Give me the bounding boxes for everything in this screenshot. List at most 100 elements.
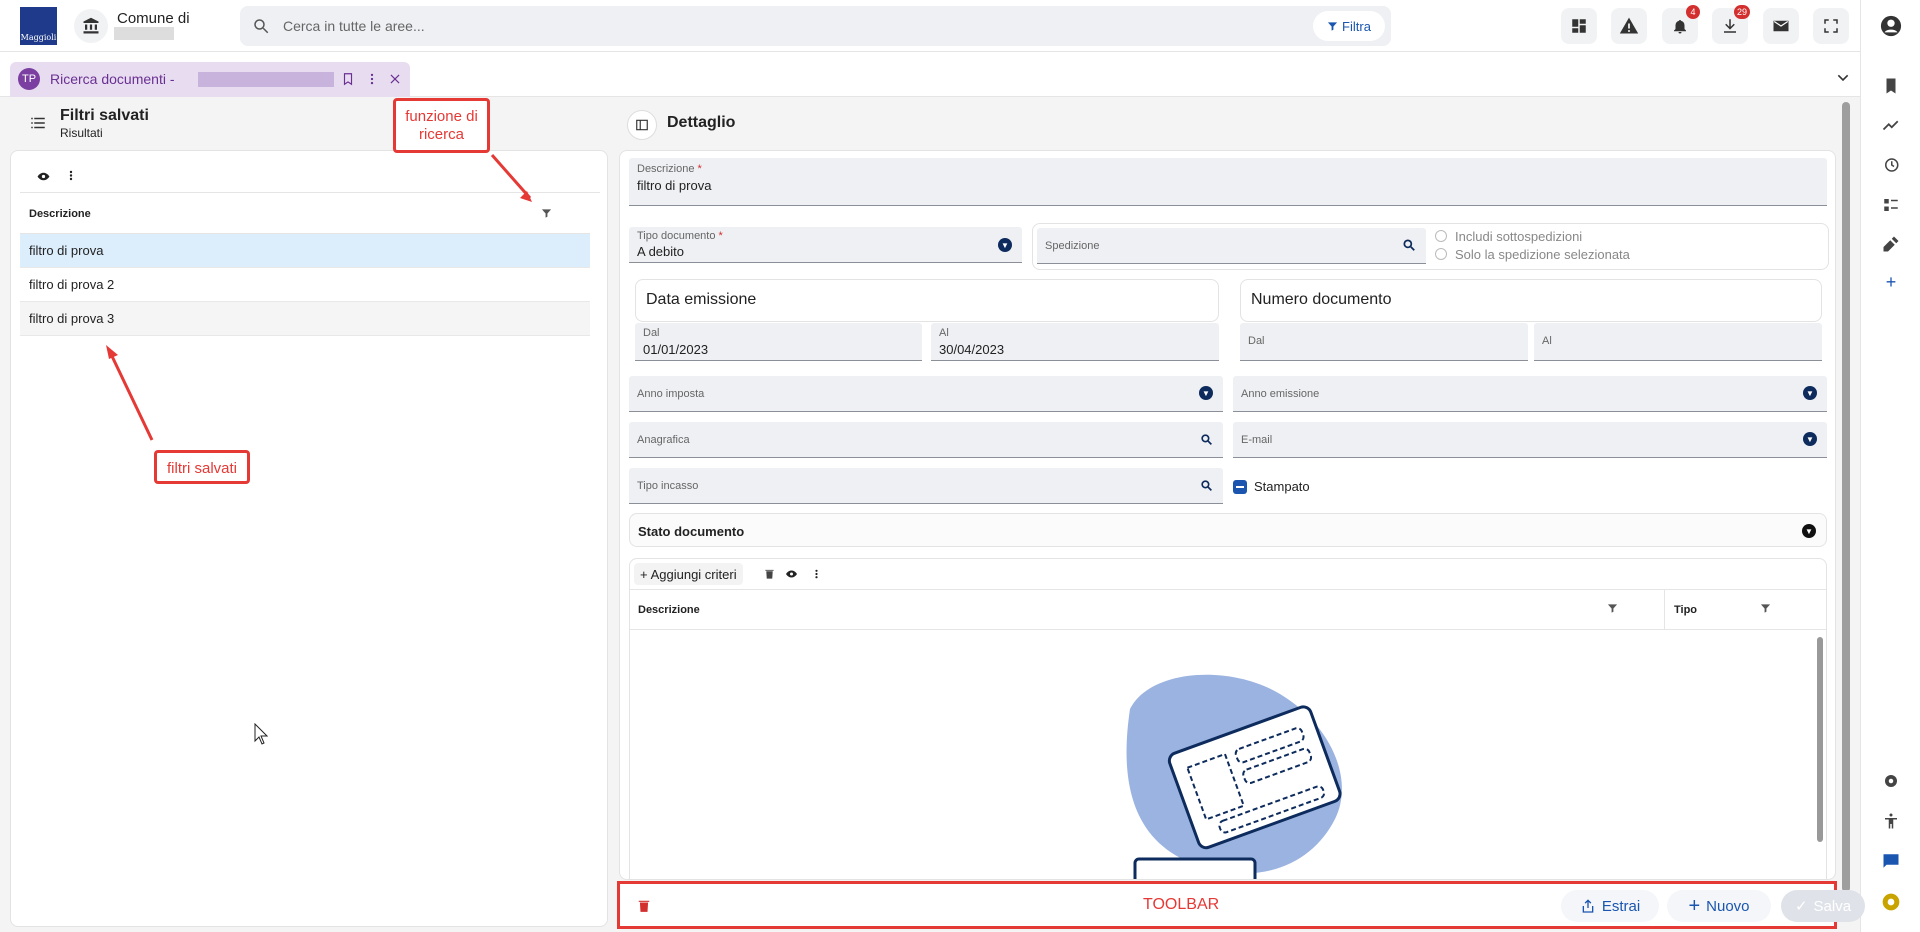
maggioli-logo[interactable]: Maggioli (20, 7, 57, 45)
tab-app-icon: TP (18, 68, 40, 90)
notification-count-badge: 4 (1686, 5, 1700, 19)
anno-emissione-select[interactable]: Anno emissione ▼ (1233, 376, 1827, 412)
col-header-descrizione: Descrizione (29, 208, 91, 220)
data-dal-field[interactable]: Dal 01/01/2023 (635, 323, 922, 361)
plus-icon: + (640, 566, 648, 582)
tasks-button[interactable] (1861, 191, 1920, 219)
gear-icon (1885, 775, 1897, 787)
check-icon: ✓ (1794, 898, 1808, 915)
radio-includi[interactable] (1435, 230, 1447, 242)
numero-dal-field[interactable]: Dal (1240, 323, 1528, 361)
scrollbar[interactable] (1817, 637, 1823, 842)
data-emissione-header: Data emissione (635, 279, 1219, 322)
list-icon[interactable] (28, 114, 48, 132)
warning-icon (1619, 17, 1639, 34)
column-filter-icon[interactable] (1607, 603, 1618, 614)
expand-icon: ▼ (1802, 524, 1816, 538)
filter-button[interactable]: Filtra (1313, 11, 1385, 41)
chat-button[interactable] (1861, 847, 1920, 875)
eye-icon[interactable] (785, 568, 798, 580)
stampato-checkbox[interactable] (1233, 480, 1247, 494)
plugins-button[interactable] (1861, 230, 1920, 258)
eye-icon[interactable] (37, 170, 50, 183)
chevron-down-icon[interactable] (1835, 70, 1851, 86)
institution-icon[interactable] (74, 9, 108, 43)
history-icon (1885, 158, 1899, 172)
tab-ricerca-documenti[interactable]: TP Ricerca documenti - (10, 62, 410, 97)
notifications-button[interactable]: 4 (1662, 5, 1700, 44)
more-vert-icon[interactable] (365, 72, 379, 86)
checklist-icon (1884, 199, 1898, 211)
data-al-field[interactable]: Al 30/04/2023 (931, 323, 1219, 361)
bell-icon (1674, 20, 1686, 34)
funnel-icon (1327, 21, 1338, 31)
annotation-arrow (106, 345, 154, 441)
plug-icon (1883, 236, 1899, 252)
col-header-descrizione: Descrizione (638, 604, 700, 616)
search-placeholder: Cerca in tutte le aree... (283, 18, 425, 34)
org-name-redacted (114, 27, 174, 40)
bookmarks-button[interactable] (1861, 72, 1920, 100)
right-rail: + (1860, 0, 1920, 932)
list-item[interactable]: filtro di prova (20, 234, 590, 268)
bottom-toolbar: TOOLBAR Estrai + Nuovo ✓ Salva (617, 881, 1865, 929)
user-avatar[interactable] (1874, 9, 1908, 43)
spedizione-field[interactable]: Spedizione (1037, 228, 1426, 264)
dropdown-icon: ▼ (1803, 432, 1817, 446)
list-item[interactable]: filtro di prova 2 (20, 268, 590, 302)
tab-title: Ricerca documenti - (50, 71, 175, 87)
annotation-arrow (490, 154, 532, 202)
messages-button[interactable] (1763, 8, 1799, 44)
close-icon[interactable] (388, 72, 402, 86)
more-vert-icon[interactable] (65, 169, 77, 182)
download-count-badge: 29 (1733, 5, 1750, 19)
history-button[interactable] (1861, 151, 1920, 179)
toggle-panel-button[interactable] (627, 110, 657, 140)
org-prefix: Comune di (117, 10, 190, 27)
export-icon (1582, 899, 1594, 913)
fullscreen-button[interactable] (1813, 8, 1849, 44)
list-item[interactable]: filtro di prova 3 (20, 302, 590, 336)
apps-grid-button[interactable] (1561, 8, 1597, 44)
annotation-toolbar: TOOLBAR (1143, 896, 1220, 913)
tipo-incasso-field[interactable]: Tipo incasso (629, 468, 1223, 504)
dashboard-icon (1572, 19, 1586, 33)
criteria-grid: + Aggiungi criteri Descrizione Tipo (629, 558, 1827, 879)
search-icon (254, 19, 269, 34)
col-header-tipo: Tipo (1674, 604, 1698, 616)
nuovo-button[interactable]: + Nuovo (1667, 890, 1771, 922)
trends-button[interactable] (1861, 111, 1920, 139)
trash-icon[interactable] (764, 568, 775, 580)
left-panel-subtitle: Risultati (60, 126, 103, 140)
downloads-button[interactable]: 29 (1712, 5, 1750, 44)
trash-icon[interactable] (637, 898, 651, 914)
aggiungi-criteri-button[interactable]: + Aggiungi criteri (634, 563, 743, 585)
more-vert-icon[interactable] (811, 568, 822, 580)
trending-icon (1882, 120, 1899, 131)
estrai-button[interactable]: Estrai (1561, 890, 1659, 922)
help-button[interactable] (1861, 888, 1920, 916)
add-shortcut-button[interactable]: + (1861, 268, 1920, 296)
numero-al-field[interactable]: Al (1534, 323, 1822, 361)
salva-button[interactable]: ✓ Salva (1781, 890, 1865, 922)
email-select[interactable]: E-mail ▼ (1233, 422, 1827, 458)
column-filter-icon[interactable] (541, 208, 552, 219)
left-panel-title: Filtri salvati (60, 107, 149, 124)
column-filter-icon[interactable] (1760, 603, 1771, 614)
descrizione-field[interactable]: Descrizione * filtro di prova (629, 158, 1827, 206)
accessibility-button[interactable] (1861, 807, 1920, 835)
page-scrollbar[interactable] (1842, 102, 1850, 892)
mail-icon (1773, 20, 1789, 32)
settings-button[interactable] (1861, 767, 1920, 795)
warning-button[interactable] (1611, 8, 1647, 44)
global-search[interactable]: Cerca in tutte le aree... Filtra (240, 6, 1391, 46)
dropdown-icon: ▼ (1803, 386, 1817, 400)
detail-card: Descrizione * filtro di prova Tipo docum… (619, 150, 1836, 880)
bookmark-icon[interactable] (341, 72, 355, 86)
tipo-documento-select[interactable]: Tipo documento * A debito ▼ (629, 227, 1022, 263)
stato-documento-accordion[interactable]: Stato documento ▼ (629, 513, 1827, 547)
anagrafica-field[interactable]: Anagrafica (629, 422, 1223, 458)
radio-solo-label: Solo la spedizione selezionata (1455, 247, 1630, 262)
anno-imposta-select[interactable]: Anno imposta ▼ (629, 376, 1223, 412)
radio-solo[interactable] (1435, 248, 1447, 260)
